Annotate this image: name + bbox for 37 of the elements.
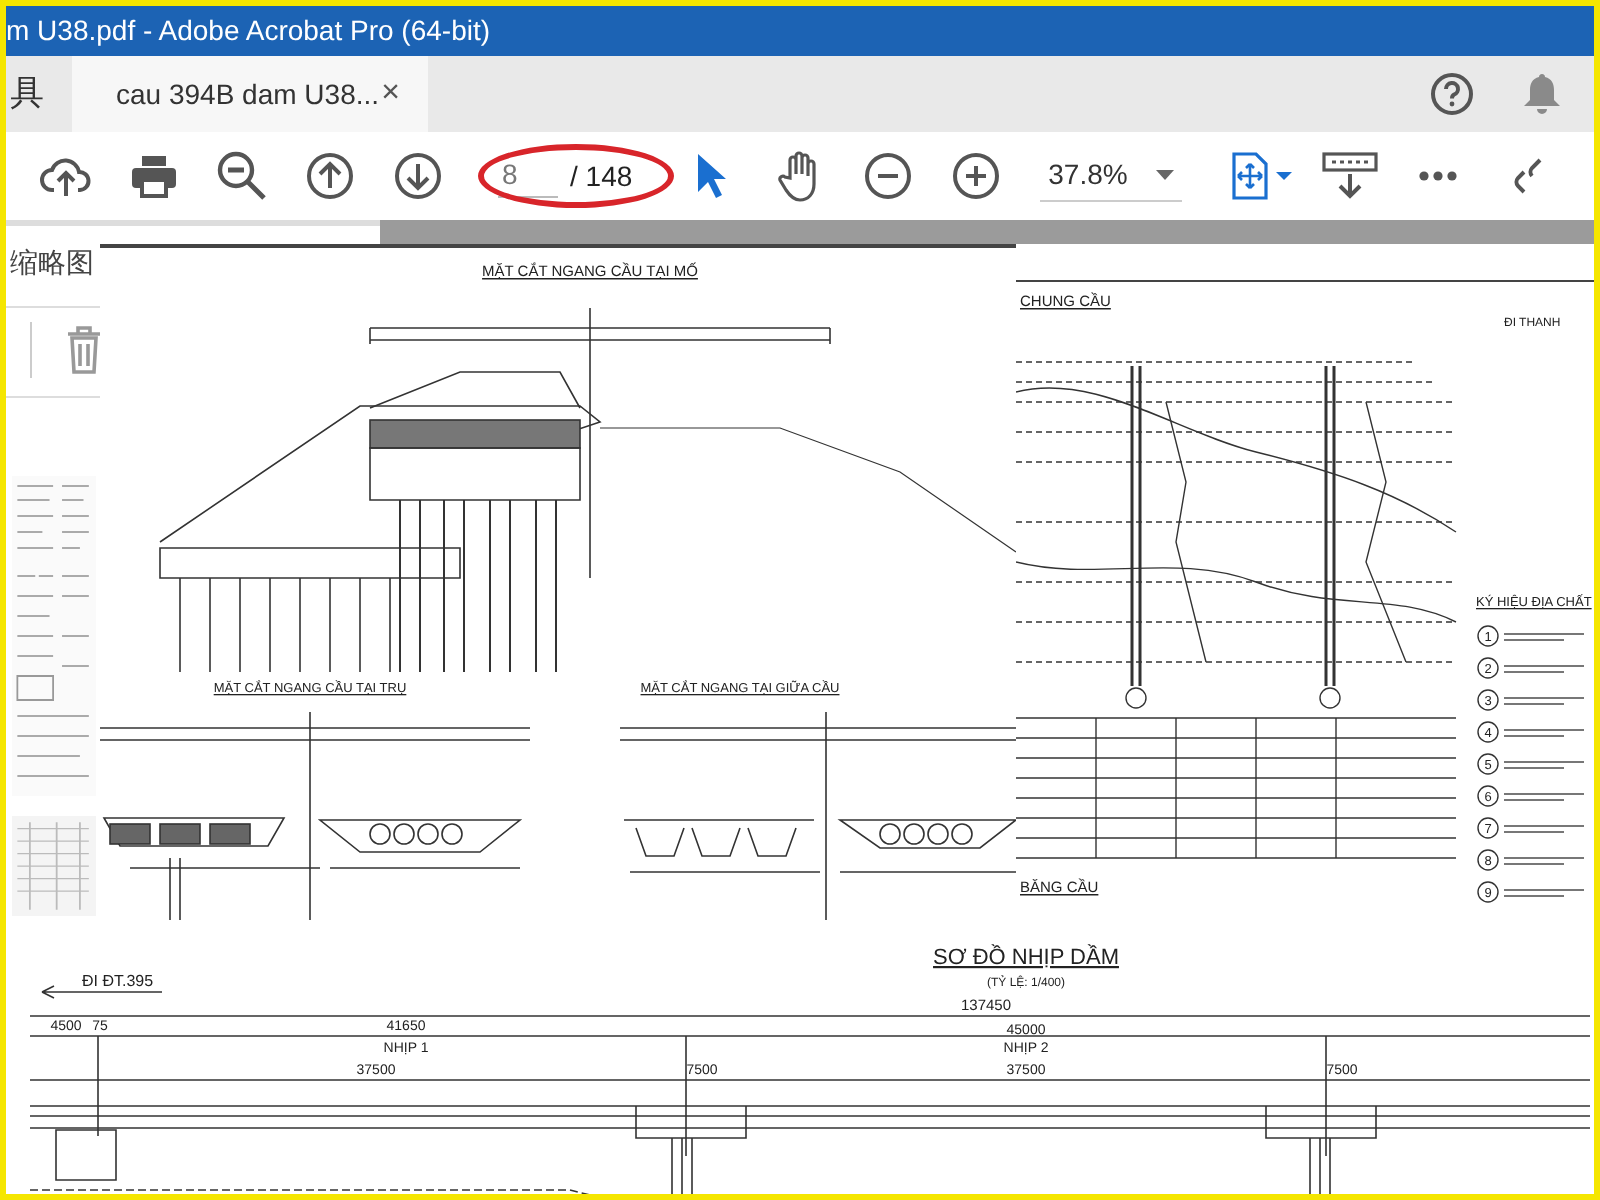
page-count: / 148	[570, 157, 633, 195]
zoom-dropdown[interactable]: 37.8%	[1040, 150, 1182, 202]
direction-arrow-icon	[41, 985, 163, 999]
cloud-upload-icon[interactable]	[40, 154, 92, 198]
pointer-icon[interactable]	[696, 152, 729, 200]
tab-label[interactable]: cau 394B dam U38...	[116, 73, 380, 115]
more-options-icon[interactable]	[1417, 170, 1458, 182]
drawing-title: SƠ ĐỒ NHỊP DẦM	[933, 946, 1119, 970]
legend-marker	[1477, 817, 1499, 839]
legend-marker	[1477, 753, 1499, 775]
legend-marker	[1477, 785, 1499, 807]
legend-marker	[1477, 689, 1499, 711]
zoom-in-plus-icon[interactable]	[952, 152, 1001, 200]
direction-label: ĐI ĐT.395	[82, 972, 154, 990]
legend-marker	[1477, 849, 1499, 871]
caret-icon[interactable]	[1155, 170, 1174, 180]
page-thumbnail[interactable]	[12, 816, 96, 916]
fit-page-icon[interactable]	[1229, 152, 1294, 200]
legend-marker	[1477, 721, 1499, 743]
legend-marker	[1477, 657, 1499, 679]
help-icon[interactable]	[1430, 72, 1474, 116]
page-number-field[interactable]: 8	[498, 154, 558, 198]
window-title: m U38.pdf - Adobe Acrobat Pro (64-bit)	[6, 6, 1594, 56]
tab-label[interactable]: 具	[10, 68, 44, 120]
zoom-out-icon[interactable]	[216, 150, 268, 202]
link-icon[interactable]	[1513, 154, 1542, 198]
trash-icon[interactable]	[66, 326, 102, 374]
insert-below-icon[interactable]	[1321, 152, 1378, 200]
legend-marker	[1477, 625, 1499, 647]
previous-page-icon[interactable]	[306, 152, 354, 200]
panel-title: 缩略图	[10, 244, 94, 282]
close-tab-icon[interactable]: ×	[381, 70, 400, 118]
zoom-out-minus-icon[interactable]	[864, 152, 913, 200]
next-page-icon[interactable]	[394, 152, 442, 200]
bell-icon[interactable]	[1522, 72, 1562, 116]
print-icon[interactable]	[130, 154, 178, 198]
legend-marker	[1477, 881, 1499, 903]
